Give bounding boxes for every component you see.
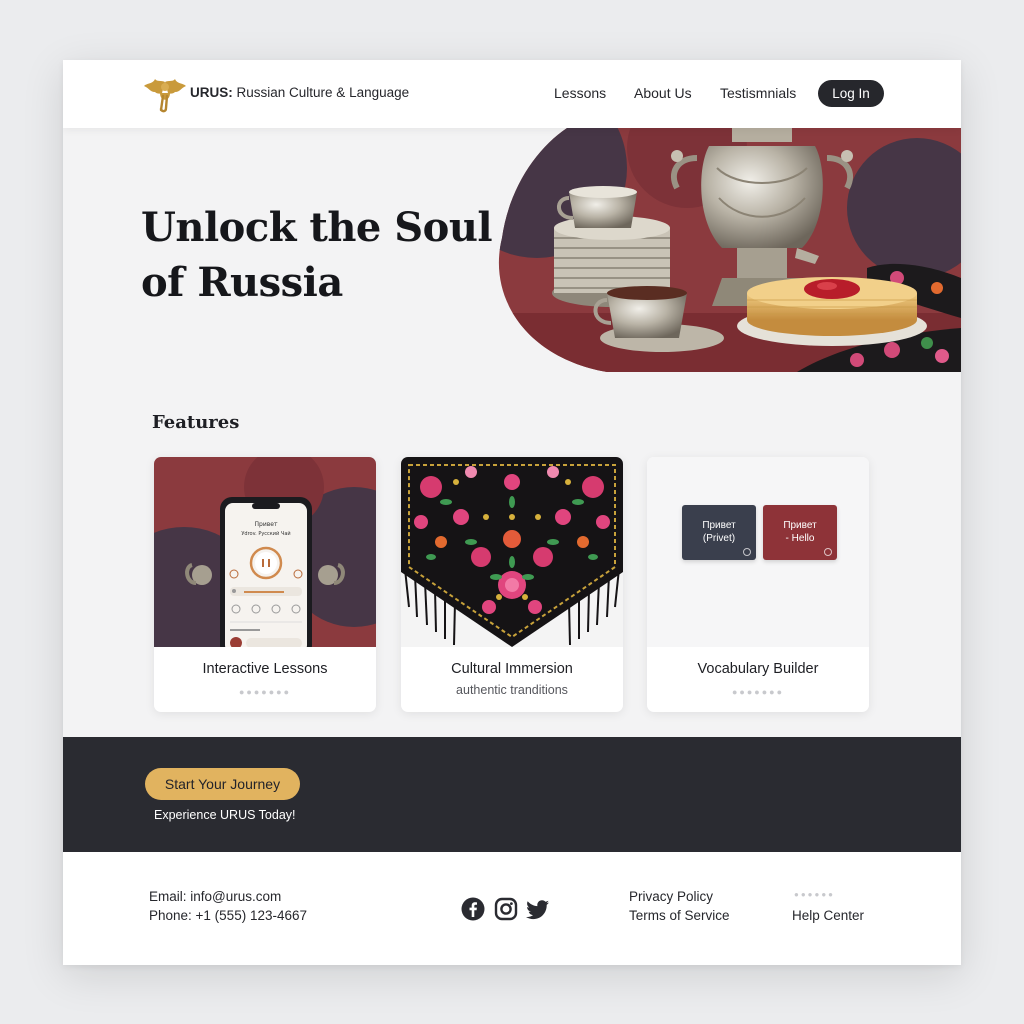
double-headed-eagle-logo-icon[interactable] <box>143 76 187 114</box>
feature-card-title: Interactive Lessons <box>202 661 328 677</box>
feature-card-title: Vocabulary Builder <box>697 661 819 677</box>
page: URUS: Russian Culture & Language Lessons… <box>63 60 961 965</box>
flashcard-translation: - Hello <box>785 533 815 544</box>
footer-decorative-dots: ●●●●●● <box>794 890 835 899</box>
flashcard-audio-icon[interactable] <box>824 548 832 556</box>
feature-card-interactive-lessons[interactable]: Привет Уdrov. Русский Чай Interactive Le… <box>154 457 376 712</box>
terms-of-service-link[interactable]: Terms of Service <box>629 908 730 923</box>
footer-email: Email: info@urus.com <box>149 889 282 904</box>
russian-shawl-image <box>401 457 623 647</box>
hero-title-line1: Unlock the Soul <box>141 204 493 251</box>
login-button[interactable]: Log In <box>818 80 884 107</box>
brand-name: URUS: <box>190 85 233 100</box>
cta-subtitle: Experience URUS Today! <box>154 808 296 822</box>
twitter-icon[interactable] <box>526 897 550 921</box>
hero-title-line2: of Russia <box>141 259 343 306</box>
brand: URUS: Russian Culture & Language <box>190 85 409 100</box>
flashcard-audio-icon[interactable] <box>743 548 751 556</box>
phone-text-2: Уdrov. Русский Чай <box>241 530 290 537</box>
card-pagination-dots: ●●●●●●● <box>238 687 292 697</box>
nav-about-us[interactable]: About Us <box>634 85 692 101</box>
privacy-policy-link[interactable]: Privacy Policy <box>629 889 713 904</box>
nav-testimonials[interactable]: Testismnials <box>720 85 796 101</box>
brand-tagline: Russian Culture & Language <box>236 85 410 100</box>
instagram-icon[interactable] <box>494 897 518 921</box>
flashcards-preview: Привет (Privet) Привет - Hello <box>647 457 869 647</box>
hero-samovar-image <box>498 128 961 372</box>
nav-lessons[interactable]: Lessons <box>554 85 606 101</box>
feature-card-title: Cultural Immersion <box>451 661 573 677</box>
feature-card-vocabulary-builder[interactable]: Привет (Privet) Привет - Hello Vocabular… <box>647 457 869 712</box>
hero: Unlock the Soul of Russia <box>63 128 961 372</box>
cta-band: Start Your Journey Experience URUS Today… <box>63 737 961 852</box>
flashcard-word: Привет <box>702 520 736 531</box>
start-journey-button[interactable]: Start Your Journey <box>145 768 300 800</box>
card-pagination-dots: ●●●●●●● <box>731 687 785 697</box>
flashcard-hello[interactable]: Привет - Hello <box>763 505 837 560</box>
hero-title: Unlock the Soul of Russia <box>141 200 501 310</box>
phone-text-1: Привет <box>255 521 278 528</box>
flashcard-word: Привет <box>783 520 817 531</box>
facebook-icon[interactable] <box>461 897 485 921</box>
help-center-link[interactable]: Help Center <box>792 908 864 923</box>
footer-phone: Phone: +1 (555) 123-4667 <box>149 908 307 923</box>
feature-card-cultural-immersion[interactable]: Cultural Immersion authentic tranditions <box>401 457 623 712</box>
header: URUS: Russian Culture & Language Lessons… <box>63 60 961 128</box>
flashcard-translit: (Privet) <box>702 533 736 544</box>
features-heading: Features <box>152 412 240 433</box>
phone-app-image: Привет Уdrov. Русский Чай <box>154 457 376 647</box>
flashcard-privet[interactable]: Привет (Privet) <box>682 505 756 560</box>
feature-card-subtitle: authentic tranditions <box>456 683 568 697</box>
footer: Email: info@urus.com Phone: +1 (555) 123… <box>63 852 961 965</box>
